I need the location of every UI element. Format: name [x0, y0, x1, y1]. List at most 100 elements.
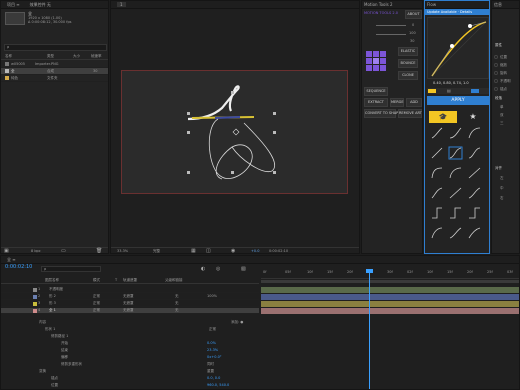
prop-item[interactable]: 不透明	[500, 79, 511, 84]
convert-shape-button[interactable]: CONVERT TO SHAPE	[364, 109, 400, 118]
mask-icon[interactable]: ◫	[206, 248, 211, 253]
bbox-handle-br[interactable]	[273, 171, 276, 174]
info-tab[interactable]: 信息	[492, 1, 519, 9]
motion-tools-tab[interactable]: Motion Tools 2	[362, 1, 422, 9]
prop-end-value[interactable]: 23.3%	[207, 348, 218, 353]
layer-matte[interactable]: 无遮罩	[123, 294, 134, 299]
anchor-cell[interactable]	[373, 65, 379, 71]
copy-icon[interactable]: ▤	[447, 88, 451, 94]
bbox-handle-r[interactable]	[273, 131, 276, 134]
update-banner[interactable]: Update Available · Details	[425, 9, 489, 15]
layer-mode[interactable]: 正常	[93, 301, 100, 306]
delete-icon[interactable]: 🗑	[96, 248, 102, 253]
slider-1[interactable]	[376, 25, 406, 26]
prop-item[interactable]: 位置	[500, 55, 507, 60]
anchor-cell[interactable]	[366, 51, 372, 57]
layer-track[interactable]	[261, 287, 519, 293]
folder-new-icon[interactable]: ▭	[61, 248, 66, 253]
anchor-grid[interactable]	[366, 51, 388, 73]
prop-item[interactable]: 旋转	[500, 71, 507, 76]
col-parent[interactable]: 父级和链接	[165, 278, 183, 283]
layer-row[interactable]: 2 形 2 正常 无遮罩 无	[1, 294, 259, 300]
prop-start-value[interactable]: 0.0%	[207, 341, 216, 346]
radio-4[interactable]	[494, 79, 498, 83]
favorites-star-icon[interactable]: ★	[463, 111, 483, 123]
layer-row[interactable]: 1 不透明度	[1, 287, 259, 293]
para-item[interactable]: 双	[500, 113, 504, 118]
interpret-icon[interactable]: ▣	[4, 248, 9, 253]
bit-depth[interactable]: 8 bpc	[31, 249, 41, 253]
camera-icon[interactable]: ◉	[231, 248, 235, 253]
align-item[interactable]: 右	[500, 196, 504, 201]
project-row[interactable]: w05005 Importer.PNG	[1, 61, 108, 68]
prop-item[interactable]: 锚点	[500, 87, 507, 92]
percent-readout[interactable]: 100%	[207, 294, 217, 299]
motion-blur-icon[interactable]: ◎	[216, 266, 220, 272]
anchor-cell[interactable]	[380, 51, 386, 57]
layer-mode[interactable]: 正常	[93, 294, 100, 299]
timeline-current-time[interactable]: 0:00:02:10	[5, 265, 32, 270]
col-mode[interactable]: 模式	[93, 278, 100, 283]
project-row[interactable]: 全 合成 30	[1, 68, 108, 75]
col-fps[interactable]: 帧速率	[91, 54, 102, 59]
prop-transform-value[interactable]: 重置	[207, 369, 214, 374]
remove-artboard-button[interactable]: REMOVE ARTBOARD	[398, 109, 422, 118]
curve-values[interactable]: 0.40, 0.80, 0.74, 1.0	[433, 81, 469, 86]
merge-button[interactable]: MERGE	[390, 98, 404, 107]
project-row[interactable]: 纯色 文件夹	[1, 75, 108, 82]
layer-parent[interactable]: 无	[175, 301, 179, 306]
composition-canvas[interactable]	[121, 70, 348, 194]
layer-track[interactable]	[261, 301, 519, 307]
radio-5[interactable]	[494, 87, 498, 91]
bounce-button[interactable]: BOUNCE	[398, 59, 418, 68]
bbox-handle-t[interactable]	[231, 91, 234, 94]
flow-mode-icon[interactable]	[428, 89, 436, 93]
para-item[interactable]: 三	[500, 121, 504, 126]
para-item[interactable]: 单	[500, 105, 504, 110]
anchor-cell[interactable]	[373, 51, 379, 57]
align-item[interactable]: 左	[500, 176, 504, 181]
col-matte[interactable]: 轨道遮罩	[123, 278, 137, 283]
anchor-cell[interactable]	[380, 65, 386, 71]
effects-tab-label[interactable]: 效果控件 无	[30, 2, 51, 7]
viewer-time[interactable]: 0:00:02:10	[269, 249, 288, 253]
prop-shape[interactable]: 形状 1	[45, 327, 55, 332]
time-ruler[interactable]: 0f 05f 10f 15f 20f 25f 30f 02f 10f 15f 2…	[261, 269, 519, 279]
playhead[interactable]	[369, 269, 370, 389]
col-name[interactable]: 名称	[5, 54, 12, 59]
prop-offset-value[interactable]: 0x+0.0°	[207, 355, 222, 360]
grid-icon[interactable]: ▦	[191, 248, 196, 253]
bbox-handle-tl[interactable]	[187, 112, 190, 115]
graph-editor-icon[interactable]: ▧	[241, 266, 246, 272]
anchor-cell[interactable]	[366, 65, 372, 71]
fps-badge[interactable]: +0.0	[251, 249, 260, 253]
project-search-input[interactable]: ρ	[4, 44, 107, 51]
radio-1[interactable]	[494, 55, 498, 59]
prop-position-value[interactable]: 960.0, 540.0	[207, 383, 229, 388]
col-type[interactable]: 类型	[47, 54, 54, 59]
layer-row[interactable]: 3 形 3 正常 无遮罩 无	[1, 301, 259, 307]
layer-parent[interactable]: 无	[175, 294, 179, 299]
viewer-tab[interactable]: 1	[111, 1, 359, 9]
anchor-cell[interactable]	[366, 58, 372, 64]
layer-mode[interactable]: 正常	[93, 308, 100, 313]
layer-row[interactable]: 4 全 1 正常 无遮罩 无	[1, 308, 259, 314]
col-layer-name[interactable]: 图层名称	[45, 278, 59, 283]
radio-2[interactable]	[494, 63, 498, 67]
add-button[interactable]: ADD	[406, 98, 422, 107]
zoom-dropdown[interactable]: 33.3%	[117, 249, 128, 253]
layer-parent[interactable]: 无	[175, 308, 179, 313]
layer-matte[interactable]: 无遮罩	[123, 301, 134, 306]
timeline-search-input[interactable]: ρ	[41, 266, 101, 272]
prop-trim[interactable]: 修剪路径 1	[51, 334, 68, 339]
prop-anchor-value[interactable]: 0.0, 0.0	[207, 376, 220, 381]
flow-active-icon[interactable]	[471, 89, 479, 93]
bbox-handle-l[interactable]	[187, 131, 190, 134]
work-area-bar[interactable]	[261, 280, 519, 283]
elastic-button[interactable]: ELASTIC	[398, 47, 418, 56]
col-size[interactable]: 大小	[73, 54, 80, 59]
project-tab[interactable]: 项目 ≡ 效果控件 无	[1, 1, 108, 9]
col-t[interactable]: T	[115, 278, 117, 283]
quality-dropdown[interactable]: 完整	[153, 249, 160, 253]
flow-tab[interactable]: Flow	[425, 1, 489, 9]
